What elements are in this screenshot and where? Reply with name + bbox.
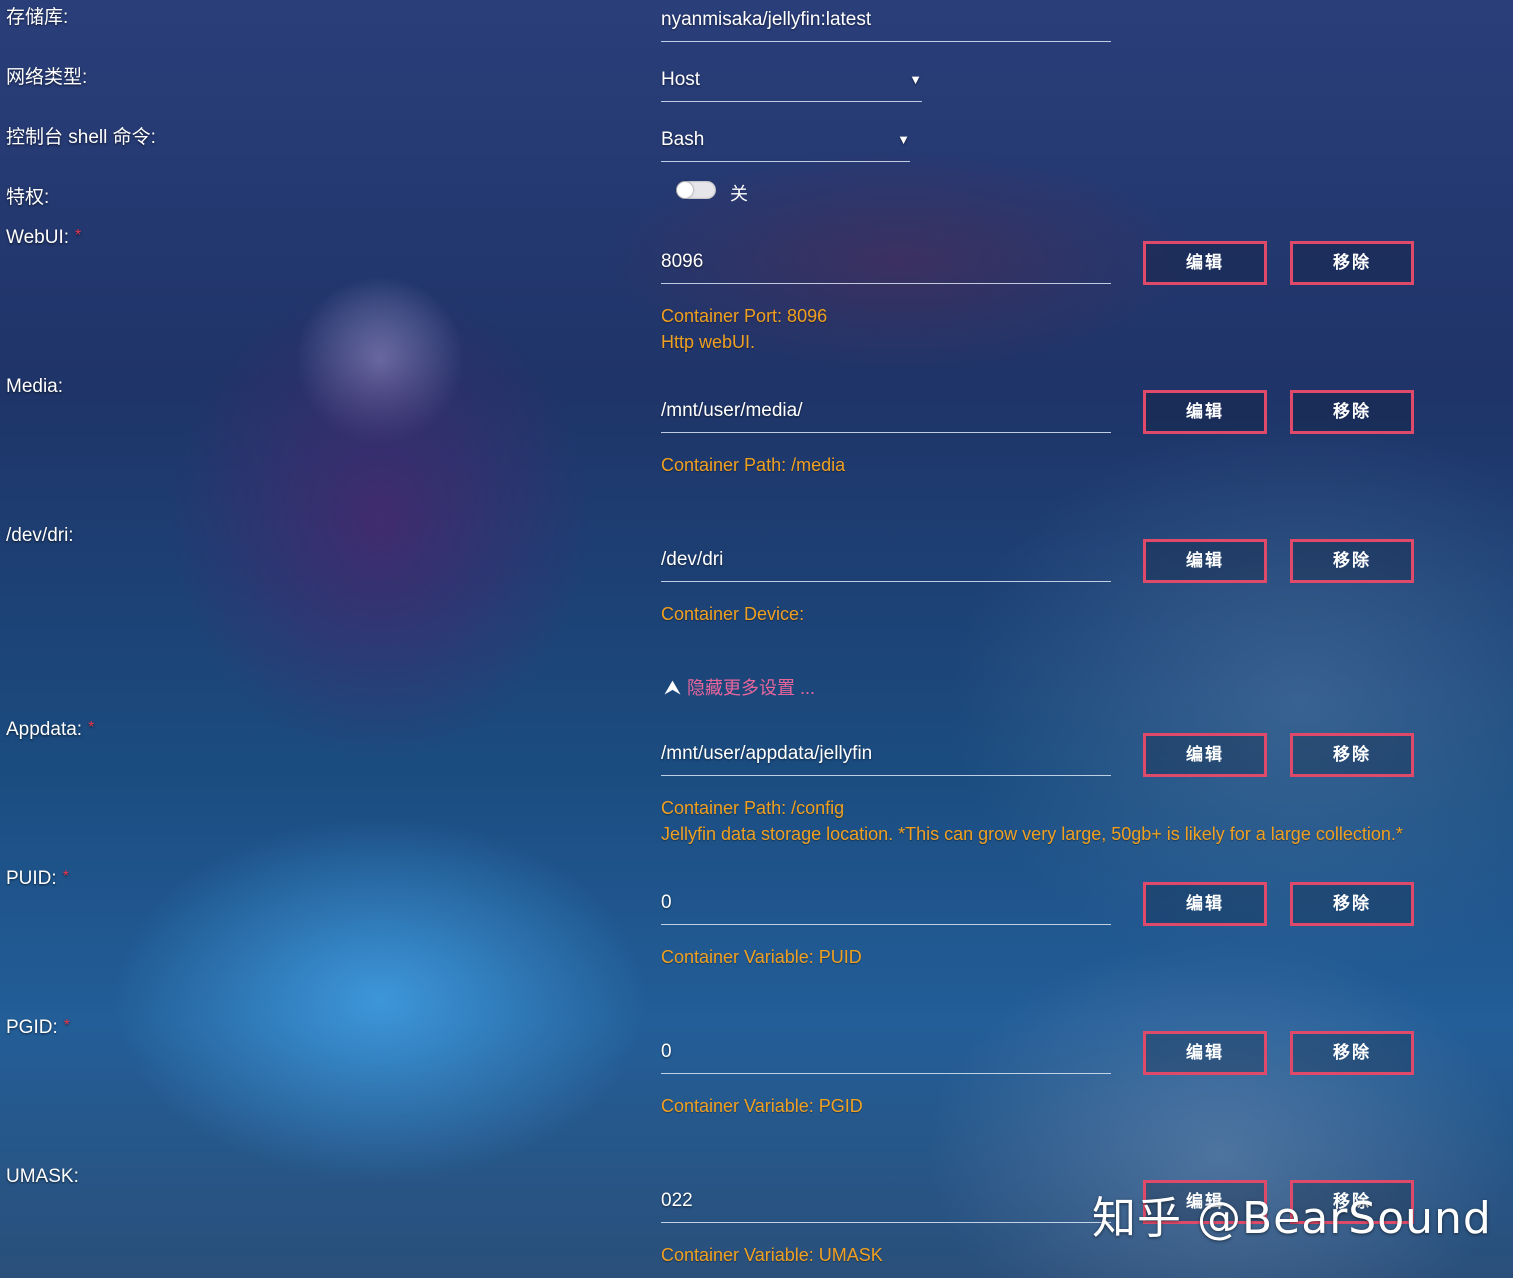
webui-label: WebUI: * bbox=[6, 227, 81, 249]
media-label: Media: bbox=[6, 376, 63, 398]
webui-hint: Container Port: 8096 bbox=[661, 306, 828, 326]
webui-edit-button[interactable]: 编辑 bbox=[1143, 241, 1267, 285]
hide-more-settings-link[interactable]: ⮝ 隐藏更多设置 ... bbox=[664, 674, 815, 700]
dropdown-arrow-icon: ▼ bbox=[897, 132, 910, 147]
dev-dri-label-text: /dev/dri: bbox=[6, 525, 74, 546]
dev-dri-input[interactable]: /dev/dri bbox=[661, 542, 1111, 582]
pgid-label-text: PGID: bbox=[6, 1017, 58, 1038]
appdata-hint: Container Path: /config bbox=[661, 798, 845, 818]
privileged-toggle[interactable] bbox=[676, 181, 716, 199]
console-shell-label: 控制台 shell 命令: bbox=[6, 127, 156, 148]
umask-hint: Container Variable: UMASK bbox=[661, 1245, 883, 1265]
required-marker: * bbox=[63, 1017, 70, 1034]
umask-label: UMASK: bbox=[6, 1166, 79, 1188]
puid-remove-button[interactable]: 移除 bbox=[1290, 882, 1414, 926]
webui-input[interactable]: 8096 bbox=[661, 244, 1111, 284]
appdata-input[interactable]: /mnt/user/appdata/jellyfin bbox=[661, 736, 1111, 776]
appdata-remove-button[interactable]: 移除 bbox=[1290, 733, 1414, 777]
umask-input[interactable]: 022 bbox=[661, 1183, 1111, 1223]
pgid-remove-button[interactable]: 移除 bbox=[1290, 1031, 1414, 1075]
webui-remove-button[interactable]: 移除 bbox=[1290, 241, 1414, 285]
appdata-description: Jellyfin data storage location. *This ca… bbox=[661, 824, 1403, 844]
hide-more-settings-text: 隐藏更多设置 ... bbox=[687, 678, 816, 698]
puid-input[interactable]: 0 bbox=[661, 885, 1111, 925]
webui-label-text: WebUI: bbox=[6, 227, 70, 248]
console-shell-value: Bash bbox=[661, 129, 705, 150]
dev-dri-edit-button[interactable]: 编辑 bbox=[1143, 539, 1267, 583]
required-marker: * bbox=[62, 868, 69, 885]
dev-dri-label: /dev/dri: bbox=[6, 525, 74, 547]
privileged-state-text: 关 bbox=[730, 184, 748, 204]
required-marker: * bbox=[75, 227, 82, 244]
pgid-edit-button[interactable]: 编辑 bbox=[1143, 1031, 1267, 1075]
media-hint: Container Path: /media bbox=[661, 455, 846, 475]
repository-label: 存储库: bbox=[6, 7, 69, 28]
toggle-knob bbox=[677, 182, 693, 198]
puid-label-text: PUID: bbox=[6, 868, 57, 889]
umask-label-text: UMASK: bbox=[6, 1166, 79, 1187]
puid-label: PUID: * bbox=[6, 868, 69, 890]
media-edit-button[interactable]: 编辑 bbox=[1143, 390, 1267, 434]
pgid-hint: Container Variable: PGID bbox=[661, 1096, 863, 1116]
media-label-text: Media: bbox=[6, 376, 64, 397]
media-input[interactable]: /mnt/user/media/ bbox=[661, 393, 1111, 433]
network-type-select[interactable]: Host ▼ bbox=[661, 62, 922, 102]
appdata-label-text: Appdata: bbox=[6, 719, 83, 740]
privileged-label: 特权: bbox=[6, 187, 50, 208]
arrow-up-icon: ⮝ bbox=[664, 677, 681, 699]
network-type-value: Host bbox=[661, 69, 701, 90]
webui-description: Http webUI. bbox=[661, 332, 756, 352]
umask-remove-button[interactable]: 移除 bbox=[1290, 1180, 1414, 1224]
network-type-label: 网络类型: bbox=[6, 67, 88, 88]
appdata-edit-button[interactable]: 编辑 bbox=[1143, 733, 1267, 777]
dev-dri-remove-button[interactable]: 移除 bbox=[1290, 539, 1414, 583]
appdata-label: Appdata: * bbox=[6, 719, 94, 741]
puid-edit-button[interactable]: 编辑 bbox=[1143, 882, 1267, 926]
pgid-input[interactable]: 0 bbox=[661, 1034, 1111, 1074]
pgid-label: PGID: * bbox=[6, 1017, 70, 1039]
required-marker: * bbox=[88, 719, 95, 736]
umask-edit-button[interactable]: 编辑 bbox=[1143, 1180, 1267, 1224]
console-shell-select[interactable]: Bash ▼ bbox=[661, 122, 910, 162]
dropdown-arrow-icon: ▼ bbox=[909, 72, 922, 87]
puid-hint: Container Variable: PUID bbox=[661, 947, 862, 967]
repository-input[interactable]: nyanmisaka/jellyfin:latest bbox=[661, 2, 1111, 42]
media-remove-button[interactable]: 移除 bbox=[1290, 390, 1414, 434]
dev-dri-hint: Container Device: bbox=[661, 604, 805, 624]
